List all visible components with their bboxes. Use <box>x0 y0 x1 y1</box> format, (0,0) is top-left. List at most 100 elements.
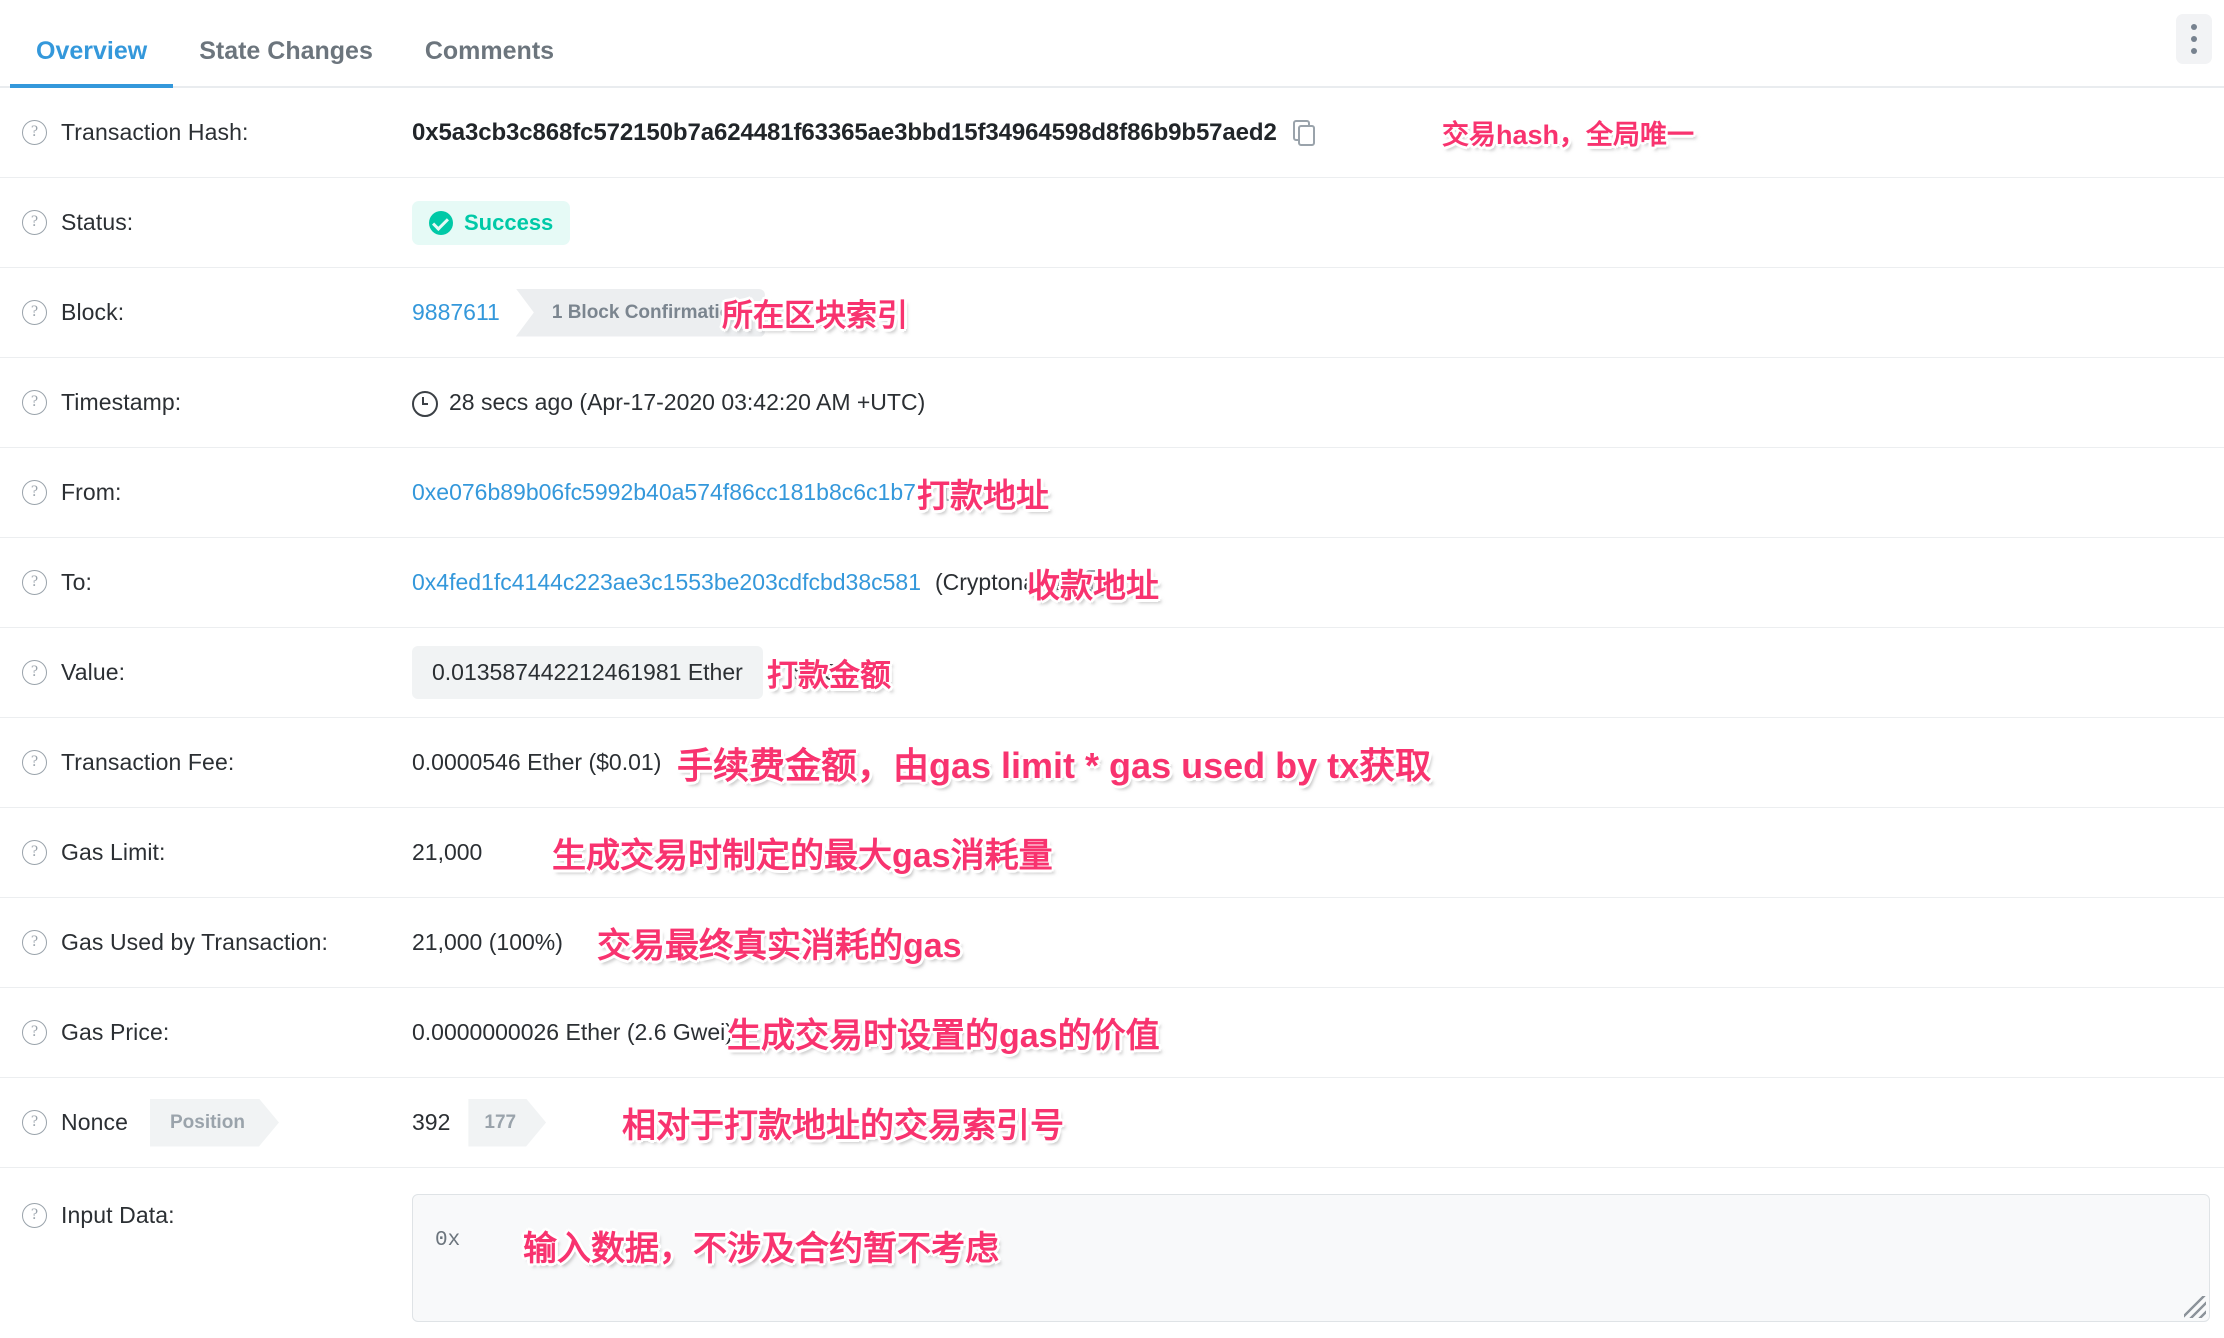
value-ether-box: 0.013587442212461981 Ether <box>412 646 763 699</box>
annotation-nonce: 相对于打款地址的交易索引号 <box>622 1107 1064 1145</box>
value-status: Success <box>412 200 2224 245</box>
resize-handle[interactable] <box>2184 1296 2206 1318</box>
label-block: ? Block: <box>22 299 412 326</box>
annotation-fee: 手续费金额，由gas limit * gas used by tx获取 <box>677 744 1432 786</box>
transaction-details: ? Transaction Hash: 0x5a3cb3c868fc572150… <box>0 88 2224 1338</box>
label-from: ? From: <box>22 479 412 506</box>
block-number-link[interactable]: 9887611 <box>412 299 500 326</box>
row-block: ? Block: 9887611 1 Block Confirmation 所在… <box>0 268 2224 358</box>
value-usd: ($2.32) <box>784 659 858 685</box>
label-text: Status: <box>61 209 134 235</box>
row-gas-used: ? Gas Used by Transaction: 21,000 (100%)… <box>0 898 2224 988</box>
label-text: Nonce <box>61 1109 128 1135</box>
label-gas-limit: ? Gas Limit: <box>22 839 412 866</box>
row-to: ? To: 0x4fed1fc4144c223ae3c1553be203cdfc… <box>0 538 2224 628</box>
to-address-tag: (Cryptonator) <box>935 569 1071 595</box>
tab-comments-label: Comments <box>424 37 555 65</box>
value-transaction-hash: 0x5a3cb3c868fc572150b7a624481f63365ae3bb… <box>412 118 2224 151</box>
transaction-hash-value: 0x5a3cb3c868fc572150b7a624481f63365ae3bb… <box>412 118 1277 146</box>
value-to: 0x4fed1fc4144c223ae3c1553be203cdfcbd38c5… <box>412 567 2224 604</box>
label-timestamp: ? Timestamp: <box>22 389 412 416</box>
label-text: Value: <box>61 659 126 685</box>
gas-price-value: 0.0000000026 Ether (2.6 Gwei) <box>412 1019 733 1045</box>
label-value: ? Value: <box>22 659 412 686</box>
help-icon[interactable]: ? <box>22 120 47 145</box>
row-status: ? Status: Success <box>0 178 2224 268</box>
transaction-fee-value: 0.0000546 Ether ($0.01) <box>412 749 662 775</box>
tab-overview[interactable]: Overview <box>10 37 174 88</box>
tab-state-changes-label: State Changes <box>199 37 373 65</box>
label-text: Transaction Fee: <box>61 749 235 775</box>
input-data-textarea[interactable]: 0x 输入数据，不涉及合约暂不考虑 <box>412 1194 2210 1322</box>
annotation-from: 打款地址 <box>917 476 1049 514</box>
label-text: Timestamp: <box>61 389 182 415</box>
copy-icon[interactable] <box>1292 119 1315 146</box>
label-text: To: <box>61 569 92 595</box>
gas-used-value: 21,000 (100%) <box>412 929 563 955</box>
nonce-position-label-badge: Position <box>150 1099 279 1147</box>
kebab-dot-icon <box>2191 24 2197 30</box>
help-icon[interactable]: ? <box>22 1203 47 1228</box>
tab-overview-label: Overview <box>36 37 148 65</box>
row-gas-price: ? Gas Price: 0.0000000026 Ether (2.6 Gwe… <box>0 988 2224 1078</box>
tab-state-changes[interactable]: State Changes <box>173 39 399 86</box>
nonce-position-value-badge: 177 <box>468 1099 546 1147</box>
label-text: Block: <box>61 299 125 325</box>
row-transaction-fee: ? Transaction Fee: 0.0000546 Ether ($0.0… <box>0 718 2224 808</box>
nonce-value: 392 <box>412 1109 451 1135</box>
help-icon[interactable]: ? <box>22 660 47 685</box>
help-icon[interactable]: ? <box>22 1110 47 1135</box>
value-timestamp: 28 secs ago (Apr-17-2020 03:42:20 AM +UT… <box>412 389 2224 417</box>
label-text: Gas Limit: <box>61 839 166 865</box>
label-to: ? To: <box>22 569 412 596</box>
annotation-gas-price: 生成交易时设置的gas的价值 <box>727 1017 1160 1055</box>
value-transaction-fee: 0.0000546 Ether ($0.01) 手续费金额，由gas limit… <box>412 745 2224 786</box>
label-text: From: <box>61 479 122 505</box>
annotation-input-data: 输入数据，不涉及合约暂不考虑 <box>523 1233 999 1271</box>
label-text: Transaction Hash: <box>61 119 249 145</box>
row-gas-limit: ? Gas Limit: 21,000 生成交易时制定的最大gas消耗量 <box>0 808 2224 898</box>
timestamp-value: 28 secs ago (Apr-17-2020 03:42:20 AM +UT… <box>449 389 926 415</box>
tab-comments[interactable]: Comments <box>399 39 580 86</box>
help-icon[interactable]: ? <box>22 1020 47 1045</box>
row-from: ? From: 0xe076b89b06fc5992b40a574f86cc18… <box>0 448 2224 538</box>
value-gas-limit: 21,000 生成交易时制定的最大gas消耗量 <box>412 837 2224 875</box>
label-input-data: ? Input Data: <box>22 1194 412 1229</box>
annotation-hash: 交易hash，全局唯一 <box>1442 120 1695 150</box>
help-icon[interactable]: ? <box>22 930 47 955</box>
help-icon[interactable]: ? <box>22 210 47 235</box>
kebab-dot-icon <box>2191 36 2197 42</box>
help-icon[interactable]: ? <box>22 390 47 415</box>
value-amount: 0.013587442212461981 Ether ($2.32) 打款金额 <box>412 646 2224 699</box>
label-transaction-fee: ? Transaction Fee: <box>22 749 412 776</box>
check-circle-icon <box>429 210 453 235</box>
copy-icon[interactable] <box>944 479 967 506</box>
copy-icon[interactable] <box>1086 569 1109 596</box>
more-options-button[interactable] <box>2176 14 2212 64</box>
status-badge: Success <box>412 200 571 245</box>
annotation-gas-used: 交易最终真实消耗的gas <box>597 927 962 965</box>
row-value: ? Value: 0.013587442212461981 Ether ($2.… <box>0 628 2224 718</box>
value-gas-price: 0.0000000026 Ether (2.6 Gwei) 生成交易时设置的ga… <box>412 1017 2224 1055</box>
value-nonce: 392 177 相对于打款地址的交易索引号 <box>412 1099 2224 1147</box>
value-gas-used: 21,000 (100%) 交易最终真实消耗的gas <box>412 927 2224 965</box>
label-status: ? Status: <box>22 209 412 236</box>
value-from: 0xe076b89b06fc5992b40a574f86cc181b8c6c1b… <box>412 477 2224 514</box>
help-icon[interactable]: ? <box>22 570 47 595</box>
label-text: Input Data: <box>61 1202 175 1228</box>
help-icon[interactable]: ? <box>22 750 47 775</box>
gas-limit-value: 21,000 <box>412 839 483 865</box>
label-transaction-hash: ? Transaction Hash: <box>22 119 412 146</box>
input-data-value: 0x <box>435 1229 461 1252</box>
help-icon[interactable]: ? <box>22 480 47 505</box>
row-transaction-hash: ? Transaction Hash: 0x5a3cb3c868fc572150… <box>0 88 2224 178</box>
status-text: Success <box>464 209 554 235</box>
help-icon[interactable]: ? <box>22 300 47 325</box>
clock-icon <box>412 390 438 417</box>
from-address-link[interactable]: 0xe076b89b06fc5992b40a574f86cc181b8c6c1b… <box>412 479 929 506</box>
to-address-link[interactable]: 0x4fed1fc4144c223ae3c1553be203cdfcbd38c5… <box>412 569 921 596</box>
help-icon[interactable]: ? <box>22 840 47 865</box>
annotation-gas-limit: 生成交易时制定的最大gas消耗量 <box>552 837 1053 875</box>
label-nonce: ? Nonce Position <box>22 1099 412 1147</box>
label-text: Gas Used by Transaction: <box>61 929 329 955</box>
